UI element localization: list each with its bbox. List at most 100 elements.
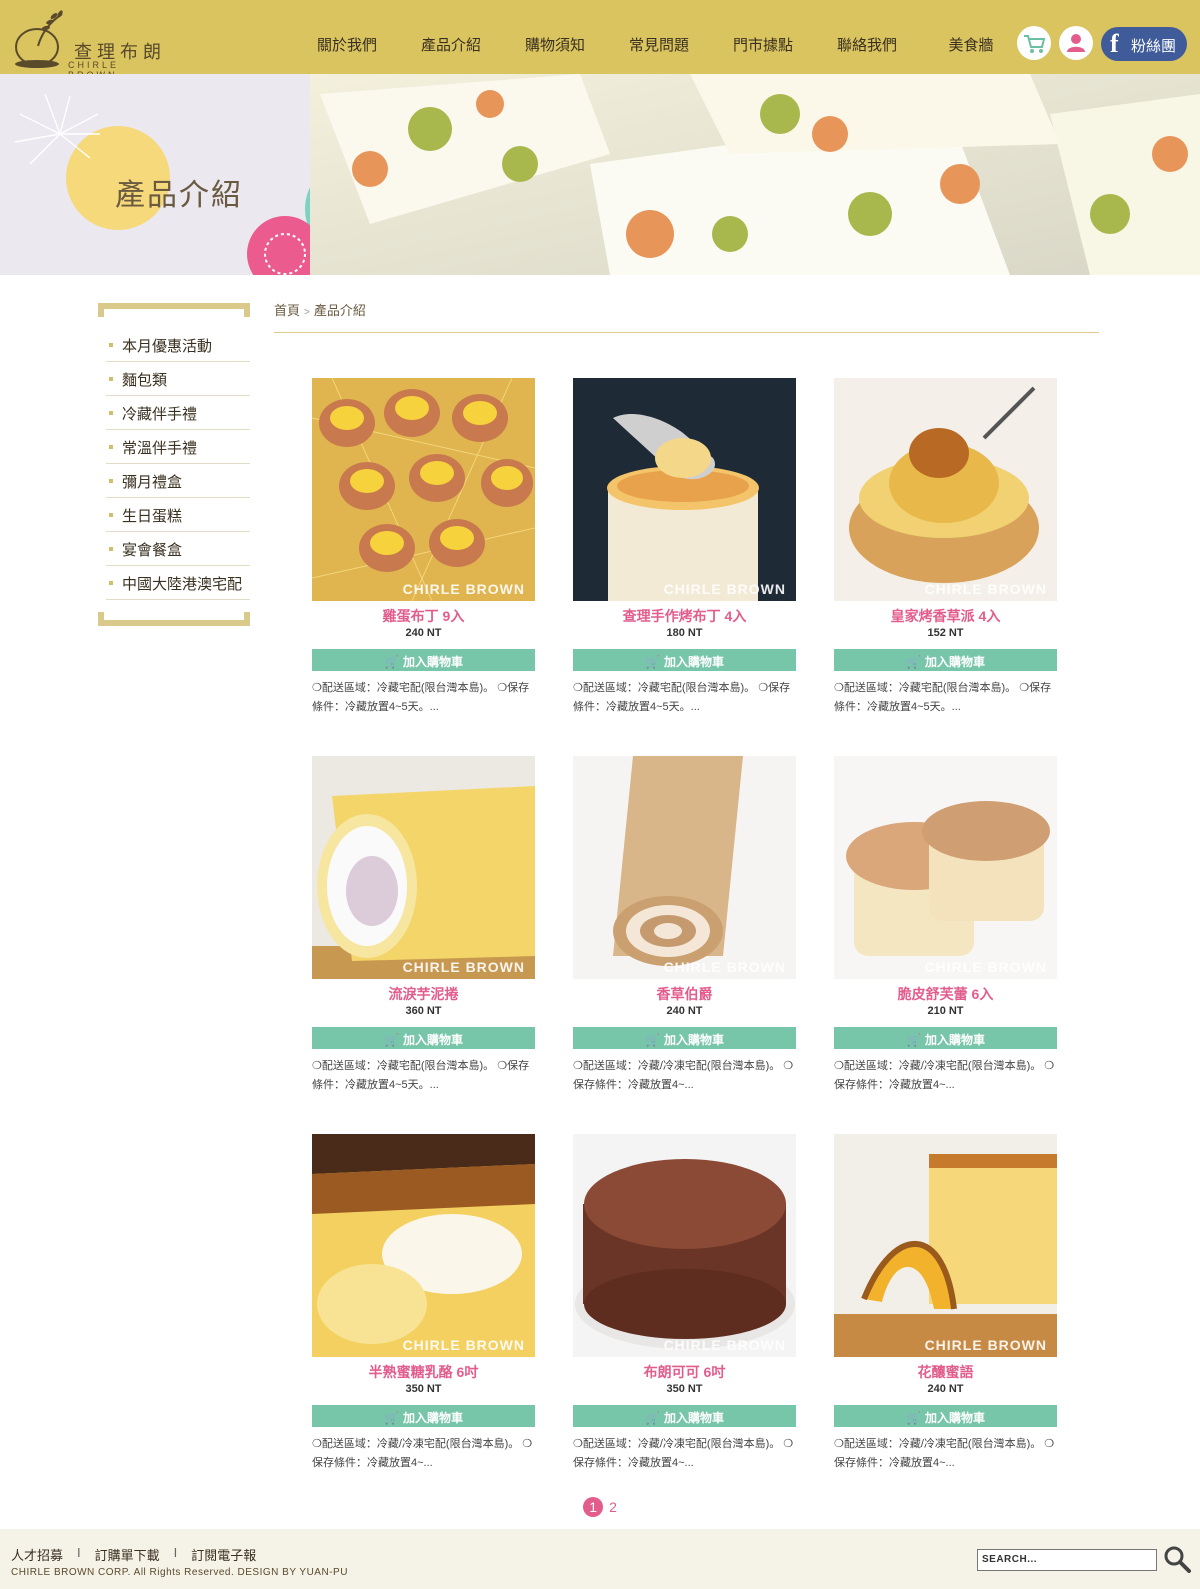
add-to-cart-button[interactable]: 🛒 加入購物車 bbox=[573, 1027, 796, 1049]
product-name[interactable]: 雞蛋布丁 9入 bbox=[312, 606, 535, 624]
product-watermark: CHIRLE BROWN bbox=[402, 1337, 525, 1353]
product-description: ❍配送區域：冷藏宅配(限台灣本島)。 ❍保存條件：冷藏放置4~5天。... bbox=[312, 1060, 530, 1091]
add-to-cart-button[interactable]: 🛒 加入購物車 bbox=[834, 1027, 1057, 1049]
page-2-link[interactable]: 2 bbox=[609, 1499, 617, 1515]
footer-separator: I bbox=[173, 1545, 178, 1560]
main-nav: 關於我們 產品介紹 購物須知 常見問題 門市據點 聯絡我們 美食牆 bbox=[295, 34, 1023, 55]
facebook-fanpage-button[interactable]: f 粉絲團 bbox=[1101, 27, 1187, 61]
product-watermark: CHIRLE BROWN bbox=[924, 959, 1047, 975]
product-name[interactable]: 皇家烤香草派 4入 bbox=[834, 606, 1057, 624]
nav-products[interactable]: 產品介紹 bbox=[399, 34, 503, 55]
product-image[interactable]: CHIRLE BROWN bbox=[573, 378, 796, 601]
cart-icon: 🛒 bbox=[906, 1033, 921, 1047]
nougat-banner-photo bbox=[310, 74, 1200, 275]
add-to-cart-button[interactable]: 🛒 加入購物車 bbox=[834, 1405, 1057, 1427]
breadcrumb-separator: > bbox=[304, 307, 310, 318]
cart-icon: 🛒 bbox=[645, 1411, 660, 1425]
add-to-cart-button[interactable]: 🛒 加入購物車 bbox=[573, 1405, 796, 1427]
facebook-label: 粉絲團 bbox=[1131, 38, 1177, 55]
cart-icon: 🛒 bbox=[384, 1033, 399, 1047]
sidebar-item-chilled-gifts[interactable]: 冷藏伴手禮 bbox=[106, 396, 250, 430]
sidebar-item-banquet-box[interactable]: 宴會餐盒 bbox=[106, 532, 250, 566]
product-image[interactable]: CHIRLE BROWN bbox=[834, 756, 1057, 979]
sidebar-item-birthday-cake[interactable]: 生日蛋糕 bbox=[106, 498, 250, 532]
footer-link-careers[interactable]: 人才招募 bbox=[11, 1545, 63, 1564]
product-card: CHIRLE BROWN 脆皮舒芙蕾 6入 210 NT 🛒 加入購物車 ❍配送區… bbox=[834, 756, 1057, 1095]
breadcrumb-home[interactable]: 首頁 bbox=[274, 303, 300, 318]
cart-icon: 🛒 bbox=[906, 1411, 921, 1425]
product-price: 180 NT bbox=[666, 627, 703, 639]
add-to-cart-label: 加入購物車 bbox=[663, 655, 724, 669]
product-image[interactable]: CHIRLE BROWN bbox=[312, 1134, 535, 1357]
footer-separator: I bbox=[77, 1545, 81, 1560]
category-list: 本月優惠活動 麵包類 冷藏伴手禮 常溫伴手禮 彌月禮盒 生日蛋糕 宴會餐盒 中國… bbox=[98, 317, 250, 600]
product-image[interactable]: CHIRLE BROWN bbox=[573, 1134, 796, 1357]
product-description: ❍配送區域：冷藏宅配(限台灣本島)。 ❍保存條件：冷藏放置4~5天。... bbox=[573, 682, 791, 713]
cart-icon: 🛒 bbox=[906, 655, 921, 669]
add-to-cart-button[interactable]: 🛒 加入購物車 bbox=[312, 1027, 535, 1049]
nav-stores[interactable]: 門市據點 bbox=[711, 34, 815, 55]
product-card: CHIRLE BROWN 查理手作烤布丁 4入 180 NT 🛒 加入購物車 ❍配… bbox=[573, 378, 796, 717]
add-to-cart-button[interactable]: 🛒 加入購物車 bbox=[312, 649, 535, 671]
product-card: CHIRLE BROWN 半熟蜜糖乳酪 6吋 350 NT 🛒 加入購物車 ❍配送… bbox=[312, 1134, 535, 1473]
product-price: 240 NT bbox=[927, 1383, 964, 1395]
product-card: CHIRLE BROWN 布朗可可 6吋 350 NT 🛒 加入購物車 ❍配送區域… bbox=[573, 1134, 796, 1473]
product-image[interactable]: CHIRLE BROWN bbox=[573, 756, 796, 979]
category-sidebar: 本月優惠活動 麵包類 冷藏伴手禮 常溫伴手禮 彌月禮盒 生日蛋糕 宴會餐盒 中國… bbox=[98, 303, 250, 626]
product-description: ❍配送區域：冷藏/冷凍宅配(限台灣本島)。 ❍保存條件：冷藏放置4~... bbox=[312, 1438, 533, 1469]
product-card: CHIRLE BROWN 雞蛋布丁 9入 240 NT 🛒 加入購物車 ❍配送區域… bbox=[312, 378, 535, 717]
add-to-cart-label: 加入購物車 bbox=[402, 1411, 463, 1425]
product-price: 152 NT bbox=[927, 627, 964, 639]
sidebar-item-bread[interactable]: 麵包類 bbox=[106, 362, 250, 396]
pagination: 12 bbox=[0, 1497, 1200, 1517]
add-to-cart-button[interactable]: 🛒 加入購物車 bbox=[312, 1405, 535, 1427]
nav-food-wall[interactable]: 美食牆 bbox=[919, 34, 1023, 55]
facebook-icon: f bbox=[1110, 29, 1119, 58]
nav-faq[interactable]: 常見問題 bbox=[607, 34, 711, 55]
cart-icon: 🛒 bbox=[645, 655, 660, 669]
product-description: ❍配送區域：冷藏宅配(限台灣本島)。 ❍保存條件：冷藏放置4~5天。... bbox=[312, 682, 530, 713]
product-description: ❍配送區域：冷藏/冷凍宅配(限台灣本島)。 ❍保存條件：冷藏放置4~... bbox=[834, 1438, 1055, 1469]
product-watermark: CHIRLE BROWN bbox=[402, 959, 525, 975]
footer-link-newsletter[interactable]: 訂閱電子報 bbox=[191, 1545, 256, 1564]
user-icon[interactable] bbox=[1059, 26, 1093, 60]
product-image[interactable]: CHIRLE BROWN bbox=[312, 378, 535, 601]
product-name[interactable]: 脆皮舒芙蕾 6入 bbox=[834, 984, 1057, 1002]
product-name[interactable]: 半熟蜜糖乳酪 6吋 bbox=[312, 1362, 535, 1380]
search-input[interactable]: SEARCH... bbox=[977, 1549, 1157, 1571]
product-name[interactable]: 布朗可可 6吋 bbox=[573, 1362, 796, 1380]
product-watermark: CHIRLE BROWN bbox=[924, 581, 1047, 597]
nav-contact[interactable]: 聯絡我們 bbox=[815, 34, 919, 55]
cart-icon: 🛒 bbox=[645, 1033, 660, 1047]
product-price: 350 NT bbox=[405, 1383, 442, 1395]
sidebar-item-ambient-gifts[interactable]: 常溫伴手禮 bbox=[106, 430, 250, 464]
product-image[interactable]: CHIRLE BROWN bbox=[312, 756, 535, 979]
site-footer: 人才招募 I 訂購單下載 I 訂閱電子報 CHIRLE BROWN CORP. … bbox=[0, 1529, 1200, 1589]
product-watermark: CHIRLE BROWN bbox=[663, 1337, 786, 1353]
product-name[interactable]: 香草伯爵 bbox=[573, 984, 796, 1002]
add-to-cart-button[interactable]: 🛒 加入購物車 bbox=[573, 649, 796, 671]
product-name[interactable]: 查理手作烤布丁 4入 bbox=[573, 606, 796, 624]
add-to-cart-label: 加入購物車 bbox=[663, 1033, 724, 1047]
add-to-cart-label: 加入購物車 bbox=[924, 1033, 985, 1047]
page-1-current: 1 bbox=[583, 1497, 604, 1517]
add-to-cart-button[interactable]: 🛒 加入購物車 bbox=[834, 649, 1057, 671]
add-to-cart-label: 加入購物車 bbox=[402, 1033, 463, 1047]
footer-link-order-form[interactable]: 訂購單下載 bbox=[95, 1545, 160, 1564]
product-image[interactable]: CHIRLE BROWN bbox=[834, 378, 1057, 601]
product-description: ❍配送區域：冷藏/冷凍宅配(限台灣本島)。 ❍保存條件：冷藏放置4~... bbox=[573, 1060, 794, 1091]
product-image[interactable]: CHIRLE BROWN bbox=[834, 1134, 1057, 1357]
product-name[interactable]: 流淚芋泥捲 bbox=[312, 984, 535, 1002]
sidebar-item-monthly-promo[interactable]: 本月優惠活動 bbox=[106, 328, 250, 362]
cart-icon[interactable] bbox=[1017, 26, 1051, 60]
banner-title: 產品介紹 bbox=[115, 178, 243, 213]
product-card: CHIRLE BROWN 皇家烤香草派 4入 152 NT 🛒 加入購物車 ❍配送… bbox=[834, 378, 1057, 717]
search-icon[interactable] bbox=[1163, 1545, 1191, 1573]
nav-shopping-guide[interactable]: 購物須知 bbox=[503, 34, 607, 55]
page-banner: 產品介紹 bbox=[0, 74, 1200, 275]
sidebar-item-baby-gift-box[interactable]: 彌月禮盒 bbox=[106, 464, 250, 498]
sidebar-item-china-hk-macau[interactable]: 中國大陸港澳宅配 bbox=[106, 566, 250, 600]
product-name[interactable]: 花釀蜜語 bbox=[834, 1362, 1057, 1380]
nav-about[interactable]: 關於我們 bbox=[295, 34, 399, 55]
brand-logo[interactable]: 查理布朗 CHIRLE BROWN bbox=[10, 6, 170, 80]
